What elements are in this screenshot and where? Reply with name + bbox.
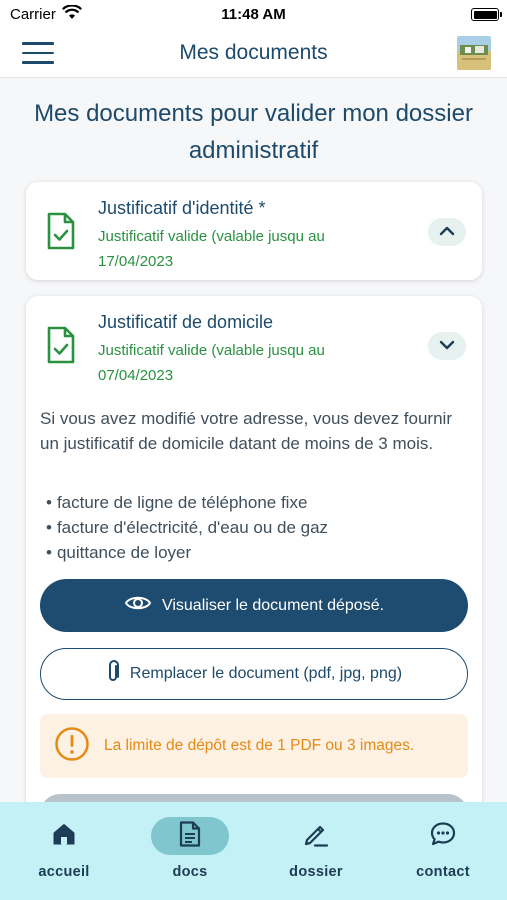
accepted-documents-list: facture de ligne de téléphone fixe factu… bbox=[46, 490, 328, 565]
content-area[interactable]: Mes documents pour valider mon dossier a… bbox=[0, 79, 507, 802]
nav-bar: Mes documents bbox=[0, 30, 507, 78]
tab-contact[interactable]: contact bbox=[380, 802, 506, 900]
header-title: Mes documents bbox=[179, 41, 328, 64]
warning-text: La limite de dépôt est de 1 PDF ou 3 ima… bbox=[104, 737, 415, 754]
tab-dossier[interactable]: dossier bbox=[253, 802, 379, 900]
chat-icon bbox=[430, 821, 456, 852]
status-bar: Carrier 11:48 AM bbox=[0, 0, 507, 30]
list-item: facture de ligne de téléphone fixe bbox=[46, 490, 328, 515]
view-document-label: Visualiser le document déposé. bbox=[161, 596, 385, 614]
avatar[interactable] bbox=[457, 36, 491, 70]
battery-icon bbox=[471, 8, 502, 21]
tab-label: accueil bbox=[38, 864, 90, 880]
tab-label: docs bbox=[172, 864, 208, 880]
replace-document-label: Remplacer le document (pdf, jpg, png) bbox=[129, 665, 403, 682]
paperclip-icon bbox=[106, 659, 120, 689]
document-card-domicile[interactable]: Justificatif de domicile Justificatif va… bbox=[26, 296, 482, 802]
tab-label: contact bbox=[416, 864, 470, 880]
list-item: quittance de loyer bbox=[46, 540, 328, 565]
upload-limit-warning: La limite de dépôt est de 1 PDF ou 3 ima… bbox=[40, 714, 468, 778]
home-icon bbox=[52, 822, 76, 851]
eye-icon bbox=[124, 594, 152, 617]
clock: 11:48 AM bbox=[221, 6, 286, 23]
warning-icon bbox=[54, 726, 90, 767]
page-title: Mes documents pour valider mon dossier a… bbox=[34, 100, 473, 164]
chevron-up-icon bbox=[439, 223, 455, 241]
document-status: Justificatif valide (valable jusqu au 07… bbox=[98, 342, 325, 384]
document-icon bbox=[179, 820, 201, 852]
pencil-icon bbox=[303, 821, 329, 852]
view-document-button[interactable]: Visualiser le document déposé. bbox=[40, 579, 468, 632]
replace-document-button[interactable]: Remplacer le document (pdf, jpg, png) bbox=[40, 648, 468, 700]
tab-label: dossier bbox=[289, 864, 343, 880]
document-title: Justificatif de domicile bbox=[98, 312, 274, 332]
chevron-down-icon bbox=[439, 337, 455, 355]
expand-button[interactable] bbox=[428, 332, 466, 360]
document-title: Justificatif d'identité * bbox=[98, 198, 266, 218]
submit-button[interactable] bbox=[40, 794, 468, 802]
document-check-icon bbox=[46, 212, 76, 255]
bottom-tab-bar: accueil docs dossier contact bbox=[0, 802, 507, 900]
document-card-identite[interactable]: Justificatif d'identité * Justificatif v… bbox=[26, 182, 482, 280]
list-item: facture d'électricité, d'eau ou de gaz bbox=[46, 515, 328, 540]
tab-docs[interactable]: docs bbox=[127, 802, 253, 900]
tab-accueil[interactable]: accueil bbox=[1, 802, 127, 900]
document-description: Si vous avez modifié votre adresse, vous… bbox=[40, 409, 452, 453]
document-status: Justificatif valide (valable jusqu au 17… bbox=[98, 228, 325, 270]
collapse-button[interactable] bbox=[428, 218, 466, 246]
document-check-icon bbox=[46, 326, 76, 369]
